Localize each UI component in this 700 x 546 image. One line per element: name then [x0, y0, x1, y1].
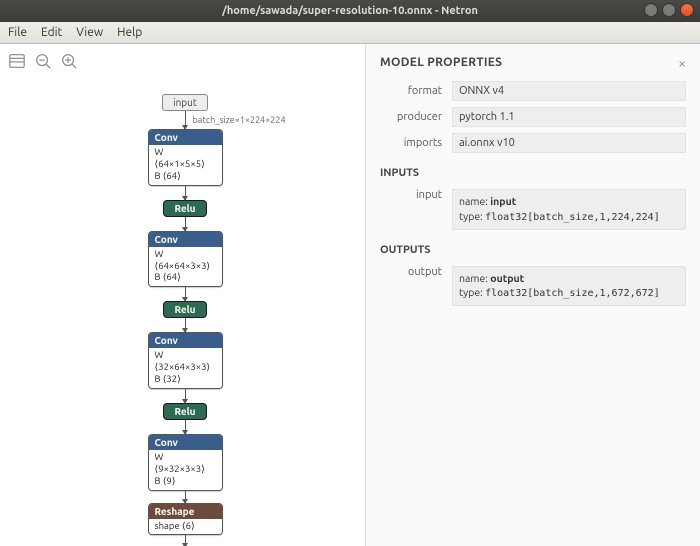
- graph-edge: [185, 217, 186, 231]
- graph-canvas[interactable]: input batch_size×1×224×224 Conv W ⟨64×1×…: [0, 44, 365, 546]
- menu-help[interactable]: Help: [117, 26, 142, 39]
- output-details: name: output type: float32[batch_size,1,…: [452, 266, 686, 307]
- output-type: float32[batch_size,1,672,672]: [485, 288, 660, 299]
- relu-node-3[interactable]: Relu: [163, 403, 206, 420]
- value-producer: pytorch 1.1: [452, 107, 686, 127]
- relu-node-2[interactable]: Relu: [163, 301, 206, 318]
- conv-node-3[interactable]: Conv W ⟨32×64×3×3⟩ B ⟨32⟩: [148, 332, 223, 389]
- input-details: name: input type: float32[batch_size,1,2…: [452, 189, 686, 230]
- graph-edge: [185, 287, 186, 301]
- graph-edge: [185, 389, 186, 403]
- graph-edge: [185, 318, 186, 332]
- conv-b: B ⟨9⟩: [155, 475, 216, 487]
- node-title: Conv: [149, 333, 222, 348]
- label-producer: producer: [380, 111, 452, 123]
- conv-node-1[interactable]: Conv W ⟨64×1×5×5⟩ B ⟨64⟩: [148, 129, 223, 186]
- relu-node-1[interactable]: Relu: [163, 200, 206, 217]
- conv-w: W ⟨64×64×3×3⟩: [155, 248, 216, 272]
- node-title: Conv: [149, 232, 222, 247]
- label-format: format: [380, 85, 452, 97]
- maximize-icon[interactable]: [662, 3, 676, 17]
- inputs-heading: INPUTS: [380, 167, 686, 179]
- label-imports: imports: [380, 137, 452, 149]
- conv-w: W ⟨32×64×3×3⟩: [155, 349, 216, 373]
- menu-view[interactable]: View: [76, 26, 103, 39]
- value-format: ONNX v4: [452, 81, 686, 101]
- menu-file[interactable]: File: [8, 26, 27, 39]
- input-name: input: [490, 195, 516, 207]
- reshape-shape: shape ⟨6⟩: [149, 519, 222, 535]
- panel-heading: MODEL PROPERTIES: [380, 56, 686, 69]
- conv-node-2[interactable]: Conv W ⟨64×64×3×3⟩ B ⟨64⟩: [148, 231, 223, 288]
- label-input: input: [380, 189, 452, 201]
- menubar: File Edit View Help: [0, 22, 700, 44]
- graph-edge: [185, 491, 186, 503]
- window-titlebar: /home/sawada/super-resolution-10.onnx - …: [0, 0, 700, 22]
- conv-node-4[interactable]: Conv W ⟨9×32×3×3⟩ B ⟨9⟩: [148, 434, 223, 491]
- properties-panel: × MODEL PROPERTIES format ONNX v4 produc…: [365, 44, 700, 546]
- value-imports: ai.onnx v10: [452, 133, 686, 153]
- sidebar-toggle-icon[interactable]: [8, 52, 26, 70]
- graph-edge: [185, 535, 186, 546]
- conv-b: B ⟨64⟩: [155, 170, 216, 182]
- reshape-node-1[interactable]: Reshape shape ⟨6⟩: [148, 503, 223, 536]
- graph-edge: batch_size×1×224×224: [185, 111, 186, 129]
- minimize-icon[interactable]: [644, 3, 658, 17]
- close-window-icon[interactable]: [680, 3, 694, 17]
- output-name: output: [490, 272, 524, 284]
- conv-w: W ⟨64×1×5×5⟩: [155, 146, 216, 170]
- conv-b: B ⟨32⟩: [155, 373, 216, 385]
- conv-b: B ⟨64⟩: [155, 271, 216, 283]
- node-title: Reshape: [149, 504, 222, 519]
- edge-label: batch_size×1×224×224: [193, 115, 286, 125]
- menu-edit[interactable]: Edit: [41, 26, 62, 39]
- graph-input-node[interactable]: input: [162, 94, 208, 111]
- conv-w: W ⟨9×32×3×3⟩: [155, 451, 216, 475]
- zoom-in-icon[interactable]: [60, 52, 78, 70]
- outputs-heading: OUTPUTS: [380, 244, 686, 256]
- window-title: /home/sawada/super-resolution-10.onnx - …: [222, 5, 478, 17]
- graph-edge: [185, 420, 186, 434]
- node-title: Conv: [149, 435, 222, 450]
- input-type: float32[batch_size,1,224,224]: [485, 212, 660, 223]
- graph-edge: [185, 186, 186, 200]
- label-output: output: [380, 266, 452, 278]
- zoom-out-icon[interactable]: [34, 52, 52, 70]
- node-title: Conv: [149, 130, 222, 145]
- close-panel-icon[interactable]: ×: [678, 56, 686, 70]
